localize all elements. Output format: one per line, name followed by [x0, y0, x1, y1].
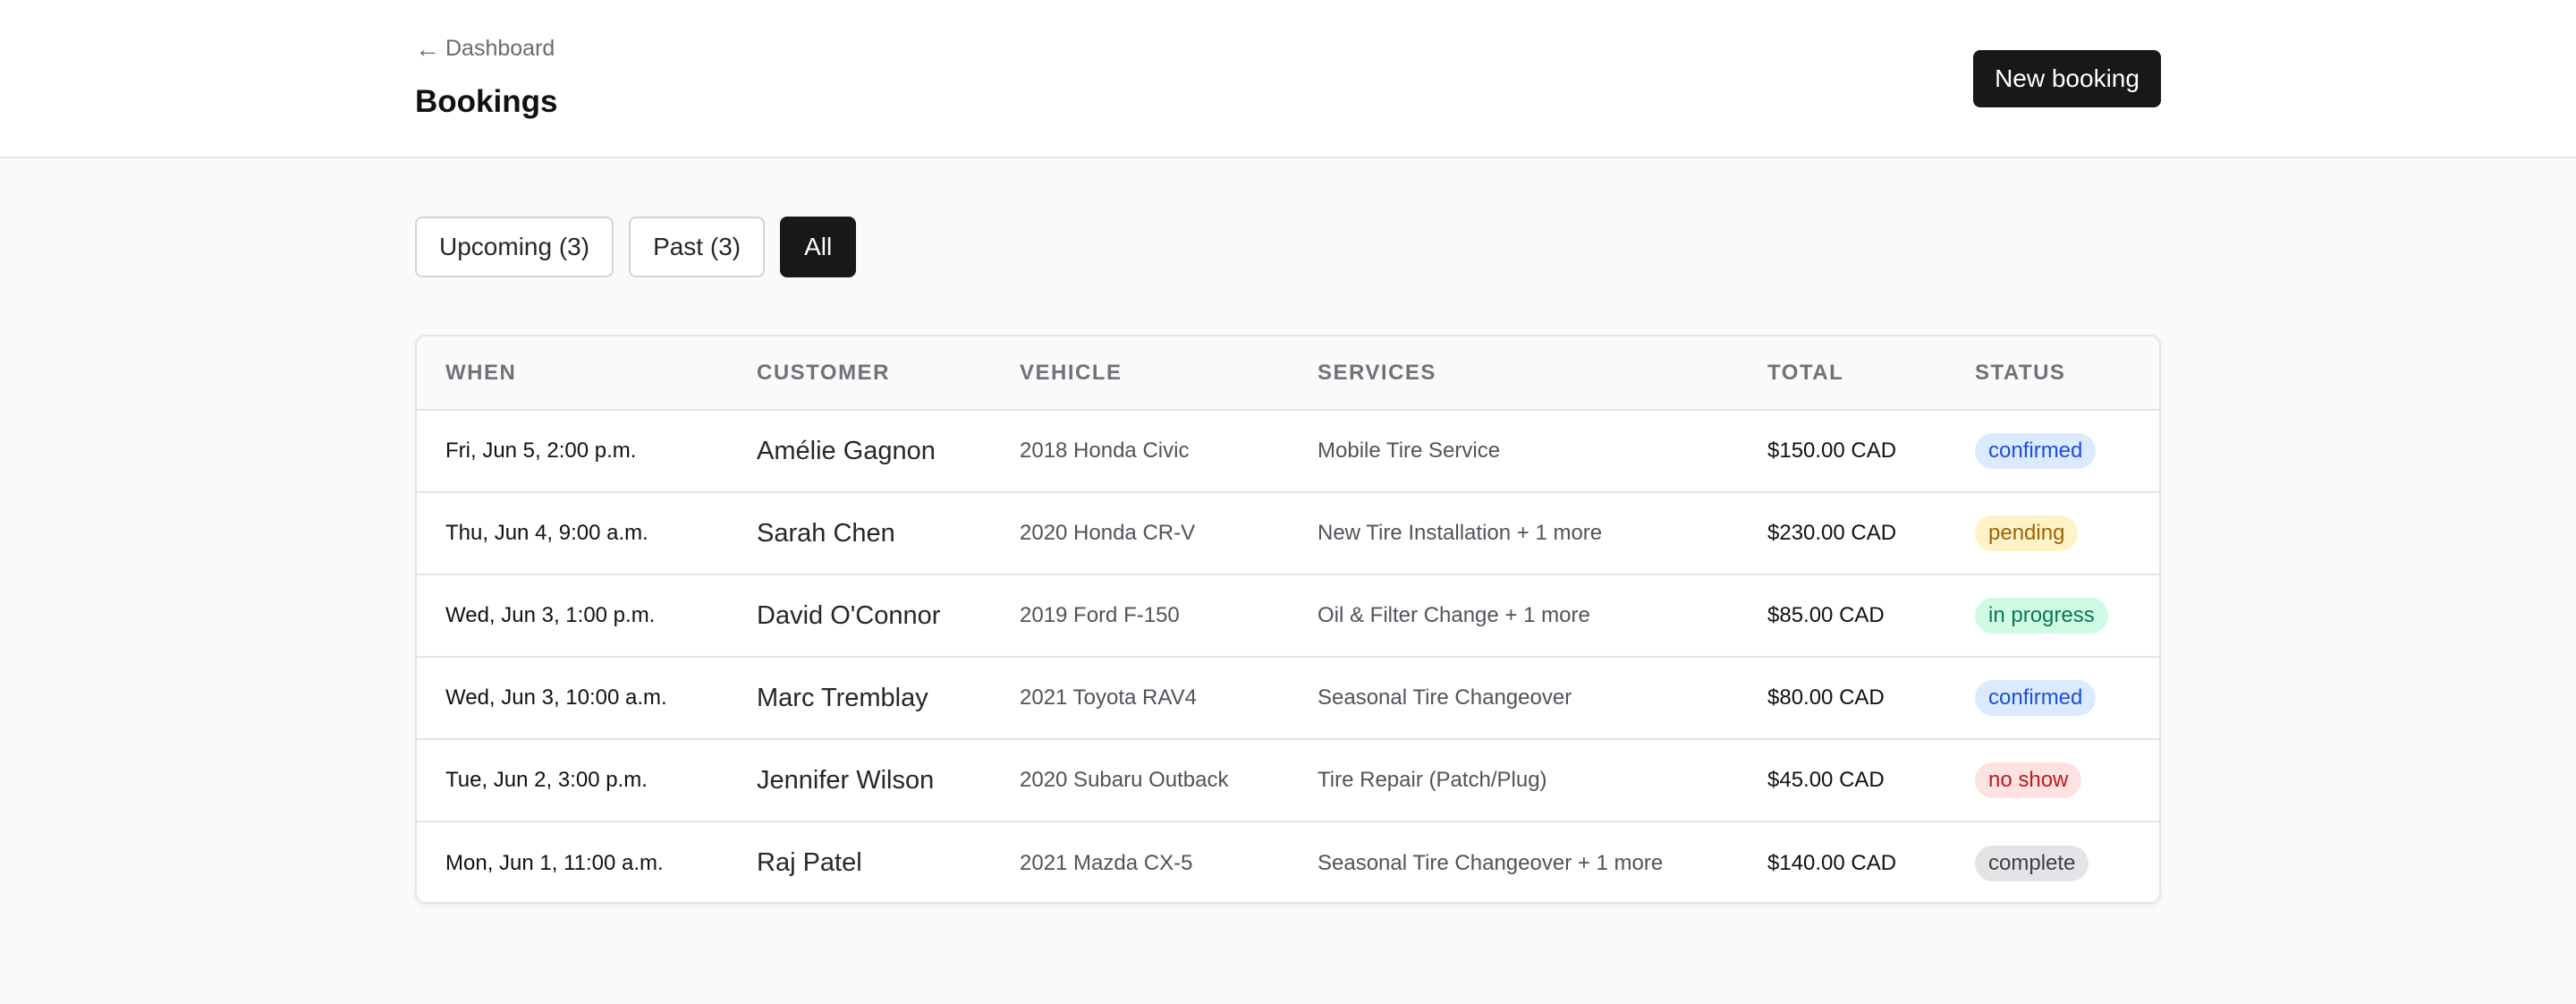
status-badge: confirmed [1975, 433, 2097, 469]
booking-services: Tire Repair (Patch/Plug) [1318, 738, 1767, 821]
column-header-when: WHEN [417, 336, 757, 411]
booking-status-cell: complete [1975, 821, 2159, 902]
booking-customer: Jennifer Wilson [757, 738, 1020, 821]
booking-when: Mon, Jun 1, 11:00 a.m. [417, 821, 757, 902]
table-row[interactable]: Mon, Jun 1, 11:00 a.m. Raj Patel 2021 Ma… [417, 821, 2159, 902]
booking-vehicle: 2021 Mazda CX-5 [1020, 821, 1318, 902]
filter-upcoming[interactable]: Upcoming (3) [415, 217, 614, 277]
bookings-table: WHEN CUSTOMER VEHICLE SERVICES TOTAL STA… [417, 336, 2159, 902]
booking-filter-tabs: Upcoming (3) Past (3) All [415, 217, 857, 277]
booking-when: Thu, Jun 4, 9:00 a.m. [417, 491, 757, 574]
page-title: Bookings [415, 84, 558, 119]
status-badge: complete [1975, 845, 2089, 881]
column-header-vehicle: VEHICLE [1020, 336, 1318, 411]
booking-status-cell: in progress [1975, 574, 2159, 657]
back-to-dashboard-link[interactable]: ← Dashboard [415, 36, 555, 62]
filter-all[interactable]: All [780, 217, 857, 277]
booking-vehicle: 2020 Subaru Outback [1020, 738, 1318, 821]
booking-total: $150.00 CAD [1767, 438, 1897, 463]
booking-services: Oil & Filter Change + 1 more [1318, 574, 1767, 657]
booking-total: $45.00 CAD [1767, 738, 1975, 821]
new-booking-button[interactable]: New booking [1973, 50, 2161, 107]
booking-total: $230.00 CAD [1767, 491, 1975, 574]
status-badge: no show [1975, 762, 2082, 798]
booking-customer: David O'Connor [757, 574, 1020, 657]
booking-vehicle: 2018 Honda Civic [1020, 438, 1190, 463]
column-header-total: TOTAL [1767, 336, 1975, 411]
booking-customer: Amélie Gagnon [757, 436, 936, 465]
booking-when: Fri, Jun 5, 2:00 p.m. [445, 438, 637, 463]
table-row[interactable]: Tue, Jun 2, 3:00 p.m. Jennifer Wilson 20… [417, 738, 2159, 821]
booking-customer: Raj Patel [757, 821, 1020, 902]
booking-total: $80.00 CAD [1767, 656, 1975, 739]
booking-customer: Marc Tremblay [757, 656, 1020, 739]
status-badge: in progress [1975, 598, 2108, 634]
booking-vehicle: 2019 Ford F-150 [1020, 574, 1318, 657]
booking-when: Wed, Jun 3, 10:00 a.m. [417, 656, 757, 739]
back-link-label: Dashboard [445, 36, 555, 61]
booking-status-cell: no show [1975, 738, 2159, 821]
booking-services: Mobile Tire Service [1318, 438, 1501, 463]
status-badge: pending [1975, 515, 2079, 551]
table-row[interactable]: Wed, Jun 3, 1:00 p.m. David O'Connor 201… [417, 574, 2159, 657]
table-header-row: WHEN CUSTOMER VEHICLE SERVICES TOTAL STA… [417, 336, 2159, 411]
booking-status-cell: pending [1975, 491, 2159, 574]
booking-total: $140.00 CAD [1767, 821, 1975, 902]
booking-when: Tue, Jun 2, 3:00 p.m. [417, 738, 757, 821]
booking-vehicle: 2020 Honda CR-V [1020, 491, 1318, 574]
column-header-status: STATUS [1975, 336, 2159, 411]
table-row[interactable]: Wed, Jun 3, 10:00 a.m. Marc Tremblay 202… [417, 656, 2159, 739]
filter-past[interactable]: Past (3) [629, 217, 766, 277]
booking-status-cell: confirmed [1975, 410, 2159, 492]
booking-services: New Tire Installation + 1 more [1318, 491, 1767, 574]
arrow-left-icon: ← [415, 34, 440, 63]
column-header-services: SERVICES [1318, 336, 1767, 411]
bookings-table-card: WHEN CUSTOMER VEHICLE SERVICES TOTAL STA… [415, 335, 2161, 904]
booking-when: Wed, Jun 3, 1:00 p.m. [417, 574, 757, 657]
status-badge: confirmed [1975, 680, 2097, 716]
booking-services: Seasonal Tire Changeover [1318, 656, 1767, 739]
booking-customer: Sarah Chen [757, 491, 1020, 574]
booking-vehicle: 2021 Toyota RAV4 [1020, 656, 1318, 739]
booking-services: Seasonal Tire Changeover + 1 more [1318, 821, 1767, 902]
table-row[interactable]: Thu, Jun 4, 9:00 a.m. Sarah Chen 2020 Ho… [417, 491, 2159, 574]
column-header-customer: CUSTOMER [757, 336, 1020, 411]
table-row[interactable]: Fri, Jun 5, 2:00 p.m. Amélie Gagnon 2018… [417, 410, 2159, 492]
booking-total: $85.00 CAD [1767, 574, 1975, 657]
booking-status-cell: confirmed [1975, 656, 2159, 739]
page-header: ← Dashboard Bookings New booking [0, 0, 2576, 158]
